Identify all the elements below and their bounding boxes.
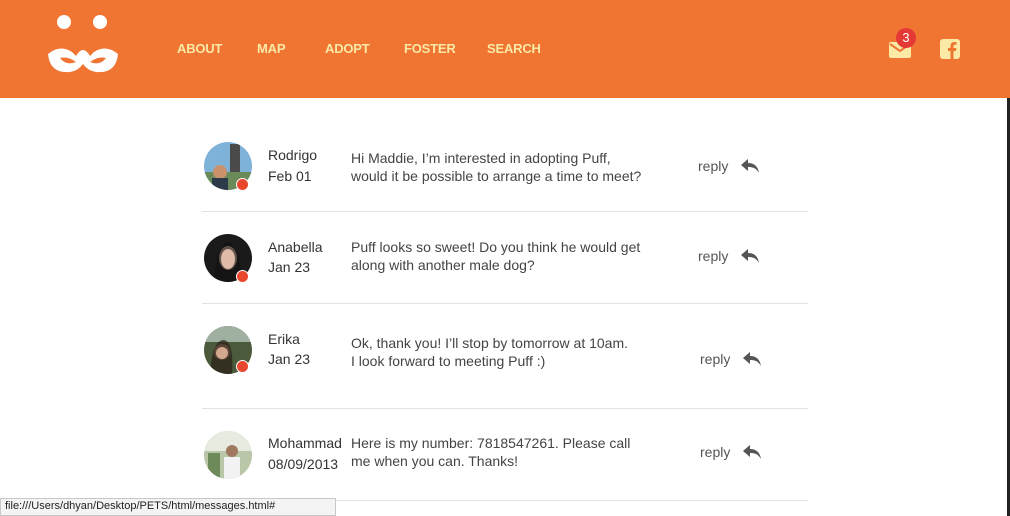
reply-link[interactable]: reply bbox=[700, 444, 730, 460]
top-navigation-bar: ABOUT MAP ADOPT FOSTER SEARCH 3 bbox=[0, 0, 1010, 98]
message-date: 08/09/2013 bbox=[268, 456, 339, 472]
message-row[interactable]: Rodrigo Feb 01 Hi Maddie, I’m interested… bbox=[202, 142, 808, 192]
sender-name: Mohammad bbox=[268, 435, 342, 451]
message-date: Feb 01 bbox=[268, 168, 312, 184]
message-row[interactable]: Erika Jan 23 Ok, thank you! I’ll stop by… bbox=[202, 326, 808, 376]
message-line: Ok, thank you! I’ll stop by tomorrow at … bbox=[351, 335, 629, 351]
nav-foster-link[interactable]: FOSTER bbox=[404, 41, 456, 56]
reply-link[interactable]: reply bbox=[700, 351, 730, 367]
unread-count-badge: 3 bbox=[896, 28, 916, 48]
divider bbox=[202, 408, 808, 409]
message-line: Hi Maddie, I’m interested in adopting Pu… bbox=[351, 150, 611, 166]
nav-adopt-link[interactable]: ADOPT bbox=[325, 41, 370, 56]
message-line: I look forward to meeting Puff :) bbox=[351, 353, 546, 369]
sender-name: Anabella bbox=[268, 239, 323, 255]
reply-arrow-icon[interactable] bbox=[740, 248, 760, 264]
message-line: would it be possible to arrange a time t… bbox=[351, 168, 642, 184]
divider bbox=[202, 303, 808, 304]
message-body: Puff looks so sweet! Do you think he wou… bbox=[351, 238, 681, 274]
reply-link[interactable]: reply bbox=[698, 248, 728, 264]
dog-face-logo-icon[interactable] bbox=[46, 14, 120, 74]
message-body: Hi Maddie, I’m interested in adopting Pu… bbox=[351, 149, 681, 185]
message-line: along with another male dog? bbox=[351, 257, 535, 273]
reply-arrow-icon[interactable] bbox=[742, 351, 762, 367]
message-line: Puff looks so sweet! Do you think he wou… bbox=[351, 239, 641, 255]
browser-status-bar-url: file:///Users/dhyan/Desktop/PETS/html/me… bbox=[0, 498, 336, 516]
nav-search-link[interactable]: SEARCH bbox=[487, 41, 541, 56]
reply-link[interactable]: reply bbox=[698, 158, 728, 174]
unread-indicator bbox=[236, 270, 249, 283]
message-list: Rodrigo Feb 01 Hi Maddie, I’m interested… bbox=[0, 98, 1010, 516]
avatar bbox=[204, 431, 252, 479]
nav-about-link[interactable]: ABOUT bbox=[177, 41, 222, 56]
message-row[interactable]: Mohammad 08/09/2013 Here is my number: 7… bbox=[202, 431, 808, 481]
message-line: me when you can. Thanks! bbox=[351, 453, 519, 469]
nav-map-link[interactable]: MAP bbox=[257, 41, 285, 56]
message-body: Ok, thank you! I’ll stop by tomorrow at … bbox=[351, 334, 681, 370]
message-date: Jan 23 bbox=[268, 351, 311, 367]
message-date: Jan 23 bbox=[268, 259, 311, 275]
reply-arrow-icon[interactable] bbox=[742, 444, 762, 460]
facebook-icon[interactable] bbox=[939, 38, 961, 60]
divider bbox=[202, 211, 808, 212]
message-row[interactable]: Anabella Jan 23 Puff looks so sweet! Do … bbox=[202, 234, 808, 284]
sender-name: Erika bbox=[268, 331, 300, 347]
unread-indicator bbox=[236, 178, 249, 191]
reply-arrow-icon[interactable] bbox=[740, 158, 760, 174]
unread-indicator bbox=[236, 360, 249, 373]
sender-name: Rodrigo bbox=[268, 147, 318, 163]
message-line: Here is my number: 7818547261. Please ca… bbox=[351, 435, 631, 451]
message-body: Here is my number: 7818547261. Please ca… bbox=[351, 434, 681, 470]
